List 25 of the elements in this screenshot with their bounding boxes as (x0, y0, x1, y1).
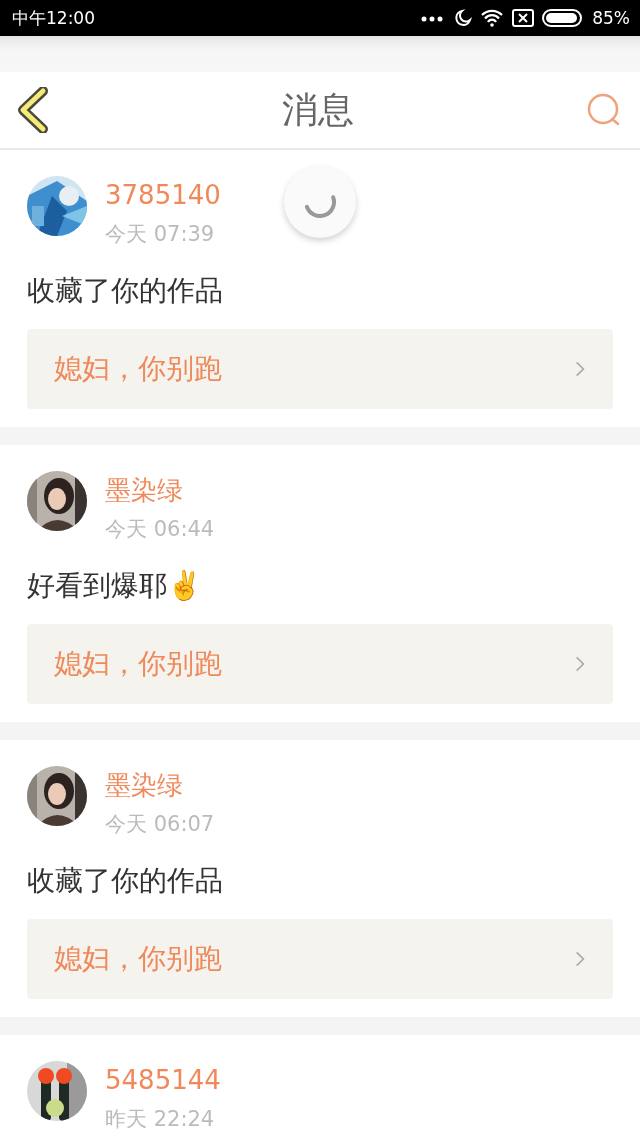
timestamp: 昨天 22:24 (105, 1107, 216, 1131)
timestamp: 今天 07:39 (105, 222, 216, 246)
work-link[interactable]: 媳妇，你别跑 (27, 329, 613, 409)
battery-icon (542, 9, 585, 27)
back-button[interactable] (16, 87, 50, 133)
timestamp: 今天 06:44 (105, 517, 215, 541)
battery-percentage: 85% (592, 8, 630, 28)
moon-icon (454, 9, 473, 27)
work-link[interactable]: 媳妇，你别跑 (27, 919, 613, 999)
message-text: 好看到爆耶✌ (27, 568, 203, 604)
work-link[interactable]: 媳妇，你别跑 (27, 624, 613, 704)
user-name[interactable]: 墨染绿 (105, 475, 215, 505)
user-name[interactable]: 3785140 (105, 180, 221, 210)
message-text: 收藏了你的作品 (27, 863, 224, 899)
chevron-right-icon (575, 655, 585, 673)
user-name[interactable]: 墨染绿 (105, 770, 215, 800)
page-title: 消息 (282, 87, 354, 132)
user-name[interactable]: 5485144 (105, 1065, 221, 1095)
sim-blocked-icon (512, 9, 535, 27)
chevron-right-icon (575, 360, 585, 378)
clock: 中午12:00 (12, 6, 95, 30)
wifi-icon (480, 9, 505, 27)
message-text: 收藏了你的作品 (27, 273, 224, 309)
chevron-right-icon (575, 950, 585, 968)
timestamp: 今天 06:07 (105, 812, 215, 836)
